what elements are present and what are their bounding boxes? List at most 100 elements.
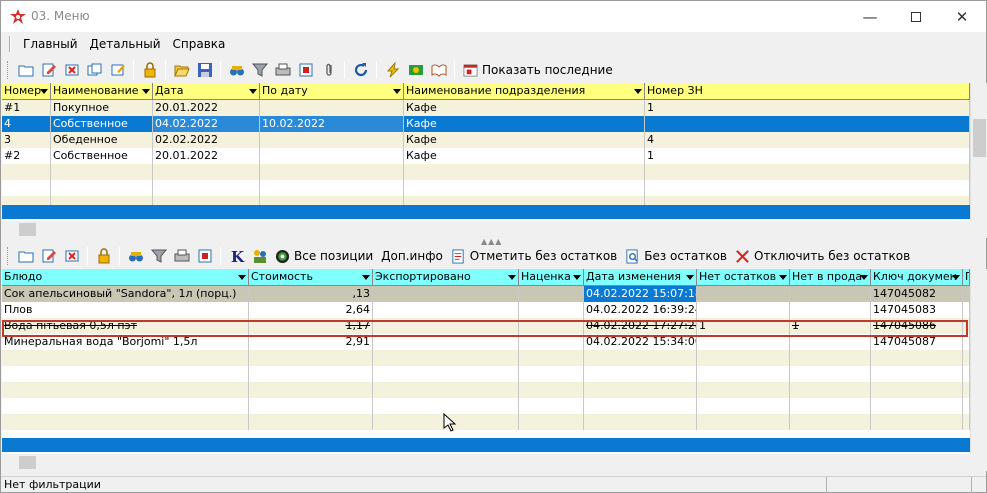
documents-grid[interactable]: Номер Наименование Дата По дату Наименование… bbox=[2, 83, 970, 221]
table-cell bbox=[871, 414, 963, 430]
no-stock-button[interactable]: Без остатков bbox=[621, 245, 731, 267]
lock-button-2[interactable] bbox=[92, 245, 115, 267]
lock-button[interactable] bbox=[138, 59, 161, 81]
mark-no-stock-button[interactable]: Отметить без остатков bbox=[447, 245, 621, 267]
dishes-vscroll[interactable] bbox=[970, 269, 987, 455]
column-header-5[interactable]: Нет остатков bbox=[697, 269, 790, 286]
dishes-grid[interactable]: Блюдо Стоимость Экспортировано Наценка Дата … bbox=[2, 269, 970, 455]
sort-dropdown-icon[interactable] bbox=[686, 275, 694, 280]
documents-hscroll[interactable] bbox=[2, 221, 987, 238]
copy-button[interactable] bbox=[83, 59, 106, 81]
extra-info-button[interactable]: Доп.инфо bbox=[377, 245, 447, 267]
sort-dropdown-icon[interactable] bbox=[573, 275, 581, 280]
table-row[interactable]: Плов 2,64 04.02.2022 16:39:24 147045083 bbox=[2, 302, 970, 318]
save-button[interactable] bbox=[193, 59, 216, 81]
disable-no-stock-button[interactable]: Отключить без остатков bbox=[731, 245, 914, 267]
attach-button[interactable] bbox=[317, 59, 340, 81]
table-row[interactable]: #2 Собственное 20.01.2022 Кафе 1 bbox=[2, 148, 970, 164]
find-button[interactable] bbox=[225, 59, 248, 81]
show-last-button[interactable]: Показать последние bbox=[459, 59, 617, 81]
filter-button-2[interactable] bbox=[147, 245, 170, 267]
table-row[interactable] bbox=[2, 366, 970, 382]
edit-list-button[interactable] bbox=[106, 59, 129, 81]
column-header-2[interactable]: Экспортировано bbox=[373, 269, 519, 286]
column-header-3[interactable]: По дату bbox=[260, 83, 404, 100]
scroll-thumb[interactable] bbox=[19, 223, 36, 236]
find-button-2[interactable] bbox=[124, 245, 147, 267]
table-cell: 04.02.2022 bbox=[153, 116, 260, 132]
column-header-0[interactable]: Номер bbox=[2, 83, 51, 100]
all-positions-button[interactable]: Все позиции bbox=[271, 245, 377, 267]
table-row[interactable] bbox=[2, 350, 970, 366]
column-header-4[interactable]: Дата изменения bbox=[584, 269, 697, 286]
refresh-button[interactable] bbox=[349, 59, 372, 81]
menu-main[interactable]: Главный bbox=[17, 37, 84, 51]
report-button[interactable] bbox=[294, 59, 317, 81]
table-row[interactable]: Сок апельсиновый "Sandora", 1л (порц.) ,1… bbox=[2, 286, 970, 302]
column-header-3[interactable]: Наценка bbox=[519, 269, 584, 286]
sort-dropdown-icon[interactable] bbox=[779, 275, 787, 280]
table-row[interactable]: 4 Собственное 04.02.2022 10.02.2022 Кафе bbox=[2, 116, 970, 132]
table-row[interactable] bbox=[2, 414, 970, 430]
column-header-6[interactable]: Нет в прода bbox=[790, 269, 871, 286]
table-cell bbox=[519, 414, 584, 430]
toolbar-grip bbox=[7, 247, 10, 265]
letter-k-icon: K bbox=[231, 248, 245, 264]
table-cell: Сок апельсиновый "Sandora", 1л (порц.) bbox=[2, 286, 249, 302]
delete-button-2[interactable] bbox=[60, 245, 83, 267]
book-button[interactable] bbox=[427, 59, 450, 81]
delete-button[interactable] bbox=[60, 59, 83, 81]
table-row[interactable] bbox=[2, 398, 970, 414]
sort-dropdown-icon[interactable] bbox=[238, 275, 246, 280]
scroll-thumb[interactable] bbox=[19, 456, 36, 469]
sort-dropdown-icon[interactable] bbox=[508, 275, 516, 280]
table-row[interactable]: #1 Покупное 20.01.2022 Кафе 1 bbox=[2, 100, 970, 116]
sort-dropdown-icon[interactable] bbox=[860, 275, 868, 280]
lightning-button[interactable] bbox=[381, 59, 404, 81]
table-cell bbox=[790, 414, 871, 430]
sort-dropdown-icon[interactable] bbox=[393, 89, 401, 94]
dishes-hscroll[interactable] bbox=[2, 454, 987, 471]
print-button[interactable] bbox=[271, 59, 294, 81]
open-button[interactable] bbox=[14, 59, 37, 81]
k-button[interactable]: K bbox=[225, 245, 248, 267]
menu-detail[interactable]: Детальный bbox=[84, 37, 167, 51]
top-toolbar: Показать последние bbox=[1, 57, 986, 83]
filter-button[interactable] bbox=[248, 59, 271, 81]
column-header-7[interactable]: Ключ докумен bbox=[871, 269, 963, 286]
sort-dropdown-icon[interactable] bbox=[249, 89, 257, 94]
column-header-2[interactable]: Дата bbox=[153, 83, 260, 100]
column-header-4[interactable]: Наименование подразделения bbox=[404, 83, 645, 100]
table-cell bbox=[697, 366, 790, 382]
sort-dropdown-icon[interactable] bbox=[952, 275, 960, 280]
money-button[interactable] bbox=[404, 59, 427, 81]
table-row[interactable] bbox=[2, 382, 970, 398]
table-row[interactable] bbox=[2, 180, 970, 196]
sort-dropdown-icon[interactable] bbox=[142, 89, 150, 94]
table-row[interactable] bbox=[2, 164, 970, 180]
menu-help[interactable]: Справка bbox=[167, 37, 232, 51]
table-cell bbox=[2, 366, 249, 382]
column-header-8[interactable]: П bbox=[963, 269, 970, 286]
minimize-button[interactable]: — bbox=[847, 1, 893, 32]
report-button-2[interactable] bbox=[193, 245, 216, 267]
column-header-1[interactable]: Стоимость bbox=[249, 269, 373, 286]
print-button-2[interactable] bbox=[170, 245, 193, 267]
documents-vscroll[interactable] bbox=[970, 83, 987, 221]
column-header-0[interactable]: Блюдо bbox=[2, 269, 249, 286]
sort-dropdown-icon[interactable] bbox=[362, 275, 370, 280]
table-cell bbox=[373, 286, 519, 302]
edit-button-2[interactable] bbox=[37, 245, 60, 267]
open-folder-button[interactable] bbox=[170, 59, 193, 81]
users-button[interactable] bbox=[248, 245, 271, 267]
maximize-button[interactable] bbox=[893, 1, 939, 32]
edit-button[interactable] bbox=[37, 59, 60, 81]
column-header-5[interactable]: Номер ЗН bbox=[645, 83, 970, 100]
column-header-1[interactable]: Наименование bbox=[51, 83, 153, 100]
table-row[interactable]: 3 Обеденное 02.02.2022 Кафе 4 bbox=[2, 132, 970, 148]
close-button[interactable]: ✕ bbox=[939, 1, 985, 32]
sort-dropdown-icon[interactable] bbox=[634, 89, 642, 94]
scroll-thumb[interactable] bbox=[973, 119, 986, 157]
open-button-2[interactable] bbox=[14, 245, 37, 267]
sort-dropdown-icon[interactable] bbox=[40, 89, 48, 94]
